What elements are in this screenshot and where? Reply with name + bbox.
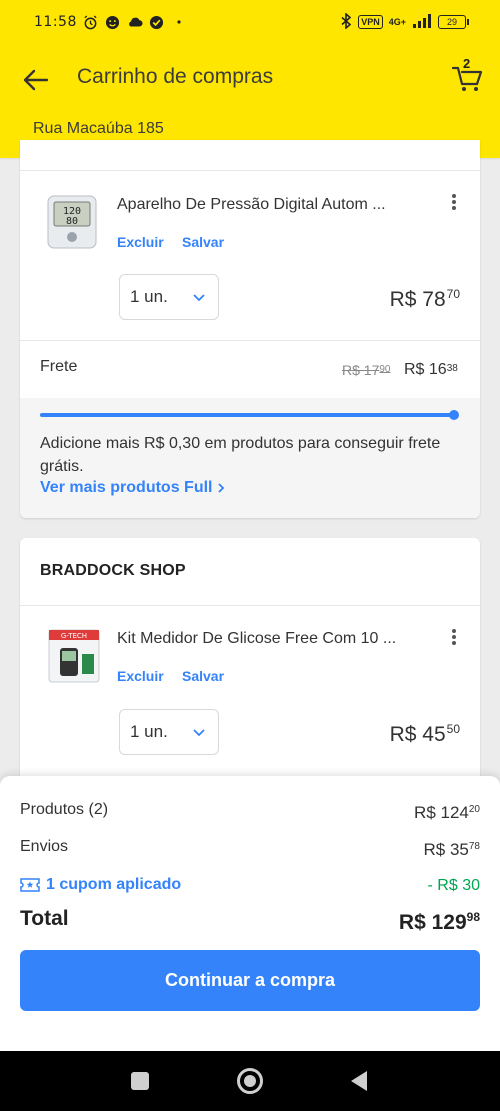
price-integer: 45 bbox=[422, 723, 446, 746]
page-title: Carrinho de compras bbox=[77, 65, 274, 88]
coupon-icon bbox=[20, 878, 40, 892]
order-summary: Produtos (2) R$ 12420 Envios R$ 3578 1 c… bbox=[0, 776, 500, 1051]
chevron-right-icon bbox=[218, 483, 225, 493]
divider bbox=[20, 170, 480, 171]
products-total-int: R$ 124 bbox=[414, 803, 469, 822]
continue-purchase-button[interactable]: Continuar a compra bbox=[20, 950, 480, 1011]
kebab-dot bbox=[452, 194, 456, 198]
seller-name[interactable]: BRADDOCK SHOP bbox=[40, 562, 186, 580]
shipping-old-price: R$ 1790 bbox=[342, 362, 390, 378]
svg-text:80: 80 bbox=[66, 216, 78, 227]
alarm-icon bbox=[83, 14, 99, 30]
battery-icon: 29 bbox=[438, 15, 469, 29]
shipping-total: R$ 3578 bbox=[424, 840, 481, 860]
signal-icon bbox=[412, 13, 432, 31]
quantity-selector[interactable]: 1 un. bbox=[119, 709, 219, 755]
status-bar: 11:58 VPN 4G+ 29 bbox=[0, 0, 500, 44]
chevron-down-icon bbox=[193, 294, 205, 302]
delivery-address[interactable]: Rua Macaúba 185 bbox=[33, 120, 164, 138]
back-triangle-icon[interactable] bbox=[349, 1070, 369, 1092]
quantity-value: 1 un. bbox=[130, 287, 168, 306]
check-circle-icon bbox=[149, 14, 165, 30]
status-right: VPN 4G+ 29 bbox=[340, 11, 469, 32]
progress-dot bbox=[449, 410, 459, 420]
total-cents: 98 bbox=[466, 910, 480, 924]
arrow-left-icon bbox=[23, 69, 49, 91]
coupon-label: 1 cupom aplicado bbox=[46, 876, 182, 893]
home-button[interactable] bbox=[237, 1068, 263, 1094]
kebab-dot bbox=[452, 200, 456, 204]
free-shipping-progress-bar bbox=[40, 410, 459, 420]
bluetooth-icon bbox=[340, 11, 352, 32]
network-type: 4G+ bbox=[388, 17, 406, 27]
shipping-new-price: R$ 1638 bbox=[404, 361, 458, 379]
price-currency: R$ bbox=[389, 288, 417, 311]
products-total: R$ 12420 bbox=[414, 803, 480, 823]
product-image[interactable]: 120 80 bbox=[44, 192, 100, 252]
kebab-dot bbox=[452, 629, 456, 633]
product-title[interactable]: Aparelho De Pressão Digital Autom ... bbox=[117, 196, 386, 214]
status-left: 11:58 bbox=[34, 14, 187, 30]
price-cents: 50 bbox=[446, 722, 460, 736]
total-value: R$ 12998 bbox=[399, 910, 480, 935]
shipping-total-cents: 78 bbox=[468, 841, 480, 852]
quantity-selector[interactable]: 1 un. bbox=[119, 274, 219, 320]
more-options-button[interactable] bbox=[448, 192, 460, 212]
dot-icon bbox=[171, 14, 187, 30]
system-nav-bar bbox=[0, 1051, 500, 1111]
shipping-old-int: R$ 17 bbox=[342, 362, 380, 378]
shipping-total-int: R$ 35 bbox=[423, 840, 469, 859]
more-options-button[interactable] bbox=[448, 627, 460, 647]
price-currency: R$ bbox=[389, 723, 417, 746]
status-time: 11:58 bbox=[34, 14, 77, 30]
coupon-applied-link[interactable]: 1 cupom aplicado bbox=[20, 876, 181, 894]
save-link[interactable]: Salvar bbox=[182, 668, 224, 684]
quantity-value: 1 un. bbox=[130, 722, 168, 741]
seller-package-card: BRADDOCK SHOP G-TECH Kit Medidor De Glic… bbox=[20, 538, 480, 798]
progress-fill bbox=[40, 410, 459, 420]
free-shipping-message: Adicione mais R$ 0,30 em produtos para c… bbox=[40, 435, 441, 475]
cloud-icon bbox=[127, 14, 143, 30]
delete-link[interactable]: Excluir bbox=[117, 668, 164, 684]
kebab-dot bbox=[452, 641, 456, 645]
divider bbox=[20, 340, 480, 341]
battery-level: 29 bbox=[446, 17, 457, 27]
product-price: R$ 7870 bbox=[390, 287, 460, 312]
shipping-old-cents: 90 bbox=[379, 364, 391, 375]
cart-count-badge: 2 bbox=[463, 56, 471, 71]
price-cents: 70 bbox=[446, 287, 460, 301]
divider bbox=[20, 605, 480, 606]
see-more-products-link[interactable]: Ver mais produtos Full bbox=[40, 479, 226, 497]
products-label: Produtos (2) bbox=[20, 801, 109, 818]
shipping-summary-label: Envios bbox=[20, 838, 69, 855]
cart-package-card: 120 80 Aparelho De Pressão Digital Autom… bbox=[20, 140, 480, 518]
coupon-discount: - R$ 30 bbox=[427, 877, 480, 894]
product-price: R$ 4550 bbox=[390, 722, 460, 747]
vpn-badge: VPN bbox=[358, 15, 383, 29]
products-total-cents: 20 bbox=[468, 804, 480, 815]
total-label: Total bbox=[20, 907, 69, 930]
product-title[interactable]: Kit Medidor De Glicose Free Com 10 ... bbox=[117, 630, 396, 648]
back-button[interactable] bbox=[20, 64, 52, 96]
emoji-icon bbox=[105, 14, 121, 30]
delete-link[interactable]: Excluir bbox=[117, 234, 164, 250]
free-shipping-progress-area: Adicione mais R$ 0,30 em produtos para c… bbox=[20, 398, 480, 518]
shipping-label: Frete bbox=[40, 358, 78, 375]
total-int: R$ 129 bbox=[398, 911, 467, 934]
see-more-label: Ver mais produtos Full bbox=[40, 479, 213, 496]
svg-text:G-TECH: G-TECH bbox=[61, 632, 87, 640]
shipping-new-int: R$ 16 bbox=[404, 361, 447, 378]
price-integer: 78 bbox=[422, 288, 446, 311]
recent-apps-button[interactable] bbox=[131, 1072, 149, 1090]
kebab-dot bbox=[452, 635, 456, 639]
product-image[interactable]: G-TECH bbox=[46, 626, 102, 686]
save-link[interactable]: Salvar bbox=[182, 234, 224, 250]
kebab-dot bbox=[452, 206, 456, 210]
shipping-new-cents: 38 bbox=[446, 363, 458, 374]
chevron-down-icon bbox=[193, 729, 205, 737]
